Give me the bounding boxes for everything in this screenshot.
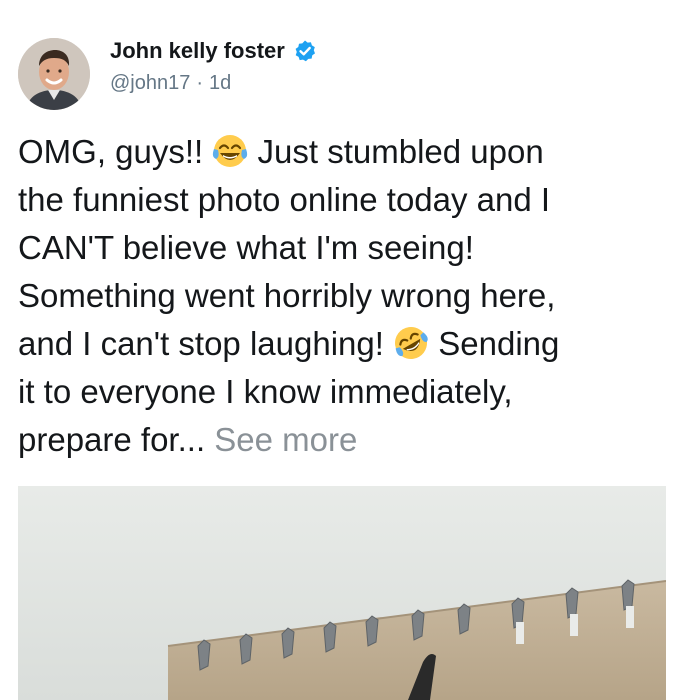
timestamp[interactable]: 1d: [209, 72, 231, 94]
tweet-line-5: and I can't stop laughing! Sending: [18, 320, 683, 368]
tweet-line-6: it to everyone I know immediately,: [18, 373, 513, 410]
rolling-on-the-floor-laughing-icon: [393, 325, 429, 361]
tweet-text-segment: OMG, guys!!: [18, 133, 213, 170]
handle[interactable]: @john17: [110, 72, 190, 94]
see-more-link[interactable]: See more: [214, 421, 357, 458]
tweet-text-segment: prepare for...: [18, 421, 215, 458]
avatar[interactable]: [18, 38, 90, 110]
tweet-line-1: OMG, guys!! Just stumbled upon: [18, 128, 683, 176]
separator-dot: ·: [196, 72, 204, 94]
tweet-card: John kelly foster @john17 · 1d OMG, guys!!…: [0, 0, 700, 700]
tweet-photo[interactable]: [18, 486, 666, 700]
face-with-tears-of-joy-icon: [212, 133, 248, 169]
tweet-line-7: prepare for... See more: [18, 416, 683, 464]
tweet-meta: @john17 · 1d: [110, 72, 231, 95]
tweet-line-2: the funniest photo online today and I: [18, 181, 551, 218]
tweet-line-4: Something went horribly wrong here,: [18, 277, 556, 314]
tweet-line-3: CAN'T believe what I'm seeing!: [18, 229, 474, 266]
author-row: John kelly foster: [110, 38, 317, 64]
verified-badge-icon: [293, 39, 317, 63]
tweet-text-segment: and I can't stop laughing!: [18, 325, 394, 362]
tweet-text-segment: Just stumbled upon: [248, 133, 544, 170]
tweet-text: OMG, guys!! Just stumbled upon the funni…: [18, 128, 683, 464]
tweet-text-segment: Sending: [429, 325, 560, 362]
display-name[interactable]: John kelly foster: [110, 38, 285, 64]
